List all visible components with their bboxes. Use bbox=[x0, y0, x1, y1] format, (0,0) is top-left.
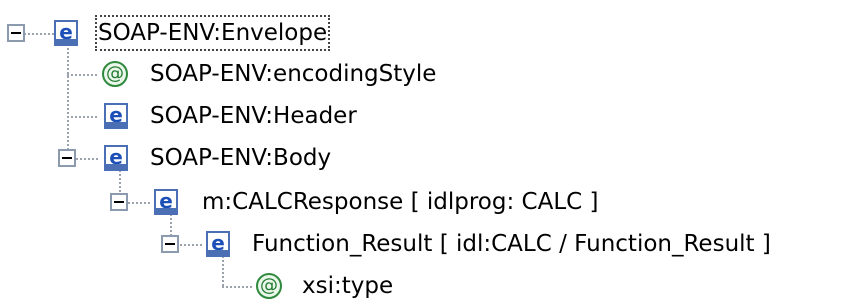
collapse-toggle-icon[interactable] bbox=[161, 235, 179, 253]
collapse-toggle-icon[interactable] bbox=[7, 24, 25, 42]
xml-tree-view[interactable]: e SOAP-ENV:Envelope @ SOAP-ENV:encodingS… bbox=[0, 0, 853, 302]
tree-node-label[interactable]: SOAP-ENV:Envelope bbox=[94, 15, 331, 51]
tree-node-label[interactable]: SOAP-ENV:encodingStyle bbox=[150, 59, 436, 89]
element-icon: e bbox=[154, 189, 178, 215]
tree-node-encodingstyle[interactable]: @ SOAP-ENV:encodingStyle bbox=[0, 54, 500, 94]
tree-node-xsi-type[interactable]: @ xsi:type bbox=[0, 266, 500, 306]
tree-node-calcresponse[interactable]: e m:CALCResponse [ idlprog: CALC ] bbox=[0, 182, 700, 222]
tree-node-label[interactable]: m:CALCResponse [ idlprog: CALC ] bbox=[202, 187, 599, 217]
tree-node-body[interactable]: e SOAP-ENV:Body bbox=[0, 138, 500, 178]
attribute-icon: @ bbox=[256, 273, 282, 299]
element-icon: e bbox=[104, 103, 128, 129]
tree-node-function-result[interactable]: e Function_Result [ idl:CALC / Function_… bbox=[0, 224, 853, 264]
attribute-icon: @ bbox=[102, 61, 128, 87]
collapse-toggle-icon[interactable] bbox=[58, 149, 76, 167]
tree-node-label[interactable]: SOAP-ENV:Header bbox=[150, 101, 357, 131]
tree-node-label[interactable]: SOAP-ENV:Body bbox=[150, 143, 331, 173]
tree-node-header[interactable]: e SOAP-ENV:Header bbox=[0, 96, 500, 136]
tree-node-envelope[interactable]: e SOAP-ENV:Envelope bbox=[0, 13, 400, 53]
element-icon: e bbox=[54, 20, 78, 46]
collapse-toggle-icon[interactable] bbox=[110, 193, 128, 211]
element-icon: e bbox=[104, 145, 128, 171]
tree-node-label[interactable]: xsi:type bbox=[302, 271, 393, 301]
element-icon: e bbox=[206, 231, 230, 257]
tree-node-label[interactable]: Function_Result [ idl:CALC / Function_Re… bbox=[252, 229, 771, 259]
